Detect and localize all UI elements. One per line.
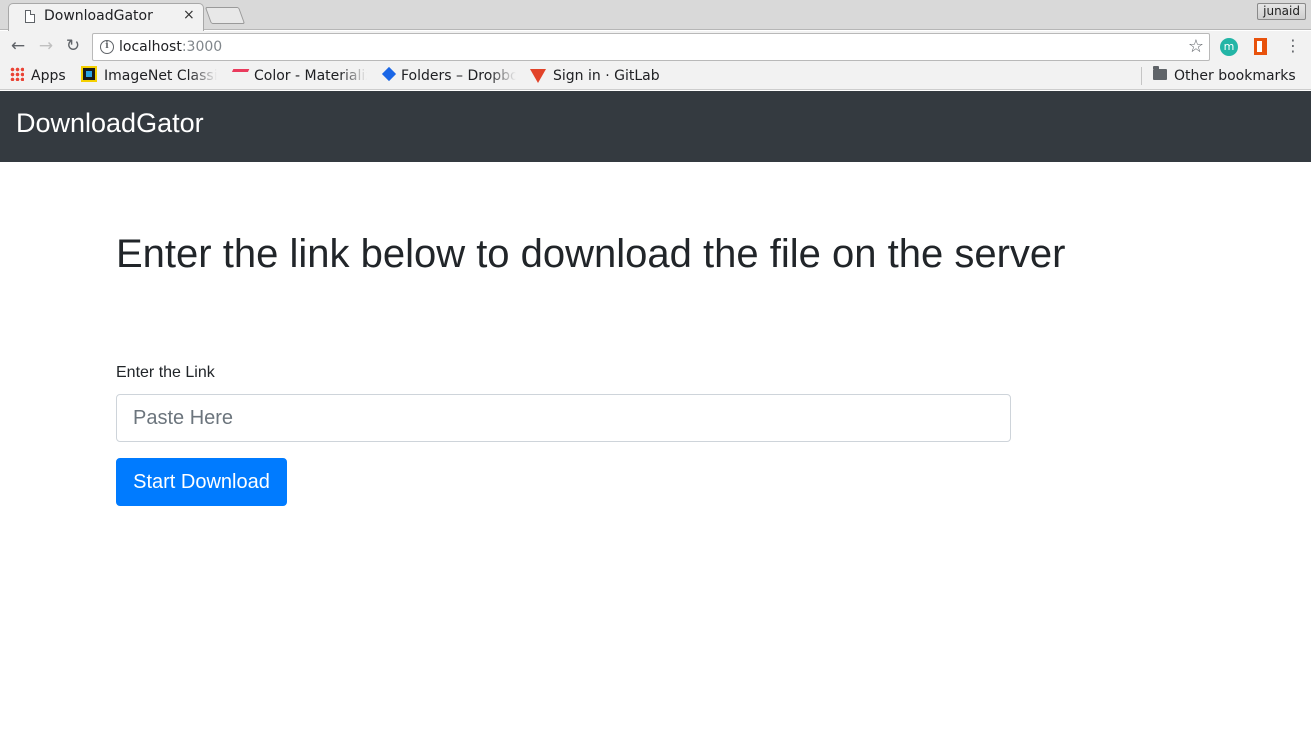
imagenet-icon — [81, 66, 97, 82]
forward-arrow-icon[interactable]: → — [36, 36, 56, 56]
site-navbar: DownloadGator — [0, 91, 1311, 162]
dropbox-icon — [381, 66, 397, 82]
materialize-icon — [231, 69, 250, 79]
start-download-button[interactable]: Start Download — [116, 458, 287, 506]
link-field-label: Enter the Link — [116, 364, 215, 381]
page-title: Enter the link below to download the fil… — [116, 232, 1066, 276]
reload-icon[interactable]: ↻ — [63, 36, 83, 56]
bookmark-label: Color - Materializ — [254, 68, 367, 84]
new-tab-button[interactable] — [204, 7, 246, 24]
apps-icon — [10, 67, 24, 81]
bookmarks-bar: Apps ImageNet Classi Color - Materializ … — [0, 62, 1311, 90]
extension-m-icon[interactable]: m — [1220, 38, 1238, 56]
back-arrow-icon[interactable]: ← — [8, 36, 28, 56]
bookmark-label: Apps — [31, 68, 66, 84]
other-bookmarks[interactable]: Other bookmarks — [1153, 66, 1296, 86]
tab-title: DownloadGator — [44, 8, 153, 24]
bookmark-label: ImageNet Classi — [104, 68, 217, 84]
url-text[interactable]: localhost:3000 — [119, 39, 222, 55]
folder-icon — [1153, 66, 1167, 80]
browser-tab[interactable]: DownloadGator × — [8, 3, 204, 31]
close-icon[interactable]: × — [183, 7, 195, 23]
profile-badge[interactable]: junaid — [1257, 3, 1306, 20]
bookmarks-divider — [1141, 67, 1142, 85]
url-port: :3000 — [181, 39, 223, 55]
bookmark-dropbox[interactable]: Folders – Dropbo — [381, 66, 516, 86]
address-bar[interactable]: i localhost:3000 ☆ — [92, 33, 1210, 61]
bookmark-gitlab[interactable]: Sign in · GitLab — [530, 66, 660, 86]
browser-toolbar: ← → ↻ i localhost:3000 ☆ m ⋮ — [0, 31, 1311, 62]
tab-strip: DownloadGator × junaid — [0, 0, 1311, 31]
bookmark-star-icon[interactable]: ☆ — [1188, 36, 1204, 57]
page-icon — [25, 10, 35, 23]
link-input[interactable] — [116, 394, 1011, 442]
bookmark-apps[interactable]: Apps — [10, 66, 66, 86]
other-bookmarks-label: Other bookmarks — [1174, 68, 1296, 84]
bookmark-label: Folders – Dropbo — [401, 68, 516, 84]
bookmark-materialize[interactable]: Color - Materializ — [231, 66, 367, 86]
more-menu-icon[interactable]: ⋮ — [1285, 37, 1301, 57]
bookmark-imagenet[interactable]: ImageNet Classi — [81, 66, 217, 86]
brand-link[interactable]: DownloadGator — [16, 108, 204, 139]
url-host: localhost — [119, 39, 182, 55]
info-icon[interactable]: i — [100, 40, 114, 54]
bookmark-label: Sign in · GitLab — [553, 68, 660, 84]
office-extension-icon[interactable] — [1254, 38, 1267, 55]
gitlab-icon — [530, 69, 546, 83]
